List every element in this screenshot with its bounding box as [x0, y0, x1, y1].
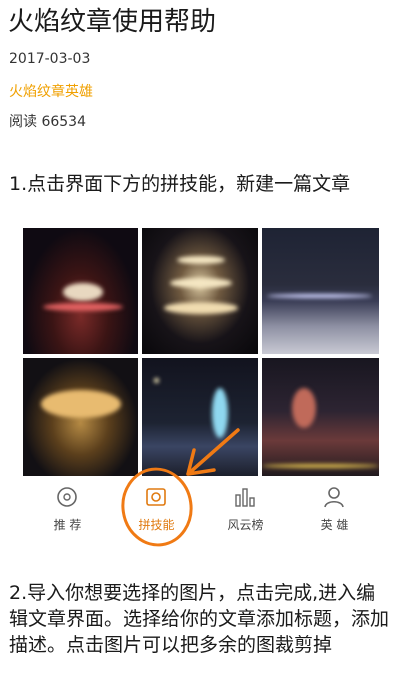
tab-recommend[interactable]: 推 荐 [23, 480, 112, 542]
photo-grid [23, 224, 379, 476]
disc-icon [57, 487, 77, 507]
bottom-tab-bar: 推 荐 拼技能 风云榜 英 雄 [23, 480, 379, 542]
article-title: 火焰纹章使用帮助 [8, 7, 217, 37]
photo-thumbnail [23, 228, 138, 354]
app-screenshot: 推 荐 拼技能 风云榜 英 雄 [23, 224, 379, 550]
camera-square-icon [146, 488, 166, 506]
photo-thumbnail [142, 228, 258, 354]
tab-leaderboard[interactable]: 风云榜 [201, 480, 290, 542]
photo-thumbnail [262, 228, 379, 354]
person-icon [324, 487, 344, 508]
photo-thumbnail [142, 358, 258, 476]
tab-label: 拼技能 [138, 518, 175, 532]
article-date: 2017-03-03 [9, 51, 91, 67]
tab-hero[interactable]: 英 雄 [290, 480, 379, 542]
step-2-text: 2.导入你想要选择的图片，点击完成,进入编辑文章界面。选择给你的文章添加标题，添… [9, 582, 390, 656]
article-author[interactable]: 火焰纹章英雄 [9, 81, 93, 101]
step-1-text: 1.点击界面下方的拼技能，新建一篇文章 [9, 173, 351, 195]
tab-label: 风云榜 [227, 518, 264, 532]
photo-thumbnail [262, 358, 379, 476]
read-count: 阅读 66534 [9, 114, 86, 130]
photo-thumbnail [23, 358, 138, 476]
tab-skill-combine[interactable]: 拼技能 [112, 480, 201, 542]
tab-label: 推 荐 [53, 518, 82, 532]
bar-chart-icon [235, 488, 255, 507]
tab-label: 英 雄 [320, 518, 349, 532]
